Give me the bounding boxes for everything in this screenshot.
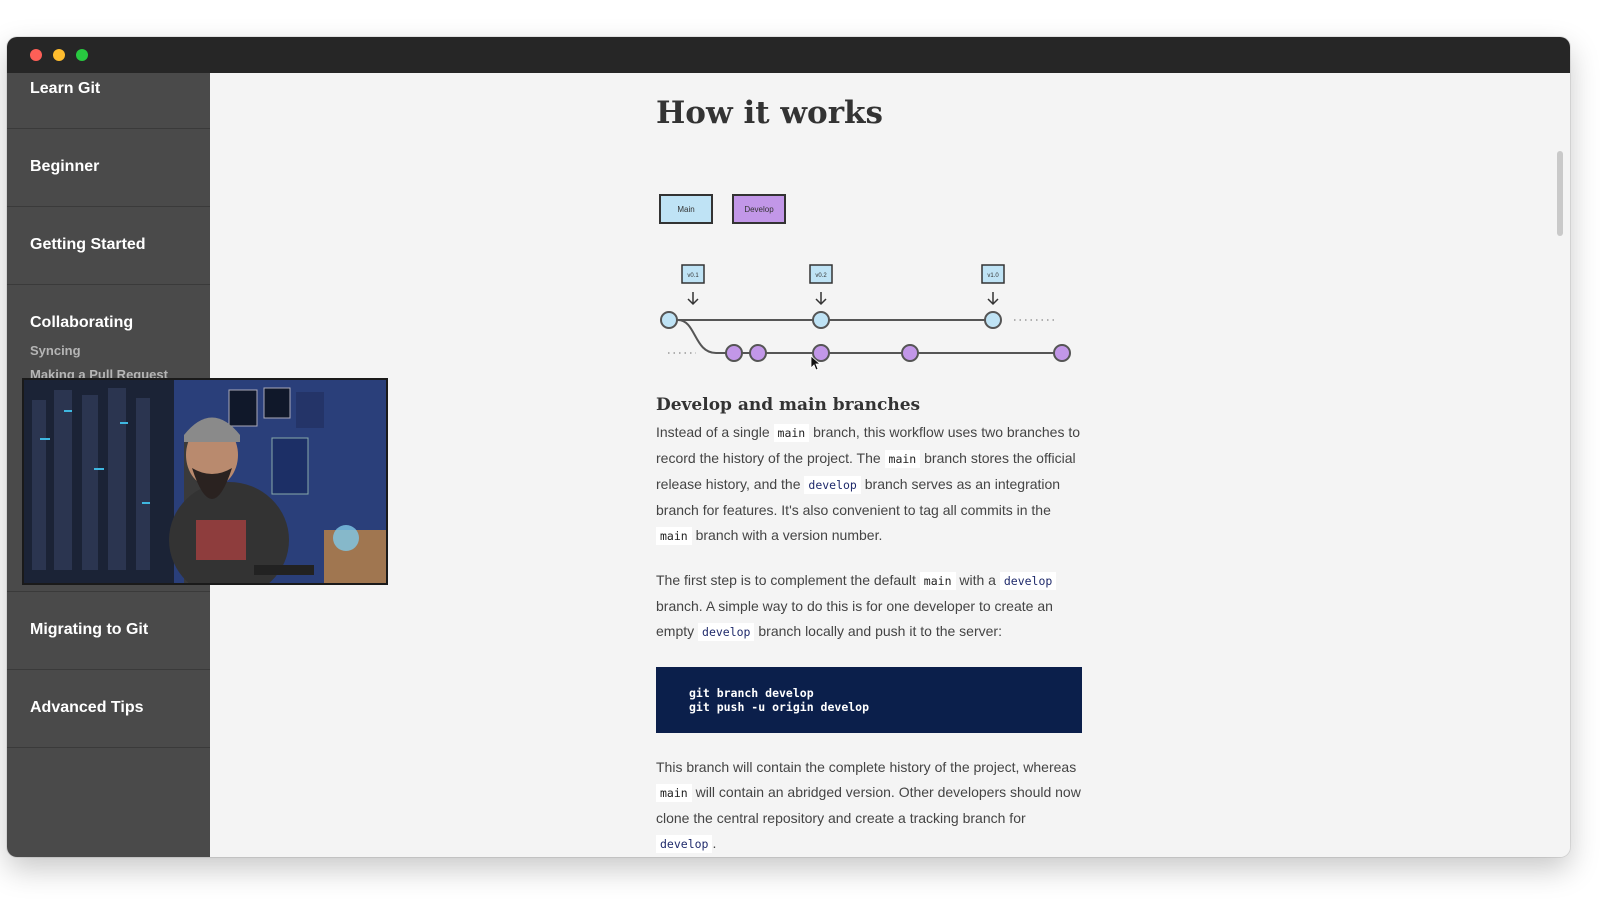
sidebar-item-migrating-to-git[interactable]: Migrating to Git	[7, 592, 210, 670]
main-content: How it works Main Develop v0.1 v0.2 v1.0…	[210, 73, 1570, 857]
sidebar-item-label: Advanced Tips	[30, 699, 144, 716]
branch-diagram: v0.1 v0.2 v1.0	[660, 264, 1071, 371]
inline-code-main: main	[656, 527, 692, 545]
legend-main: Main	[659, 194, 713, 224]
paragraph-text: Instead of a single	[656, 424, 774, 440]
paragraph-intro: Instead of a single main branch, this wo…	[656, 420, 1081, 549]
legend-develop-label: Develop	[744, 204, 774, 214]
develop-commit	[749, 344, 767, 362]
sidebar-item-beginner[interactable]: Beginner	[7, 129, 210, 207]
sidebar-item-learn-git[interactable]: Learn Git	[7, 73, 210, 129]
zoom-window-button[interactable]	[76, 49, 88, 61]
scrollbar-thumb[interactable]	[1557, 151, 1563, 236]
sidebar-item-label: Collaborating	[30, 314, 134, 331]
sidebar-item-label: Beginner	[30, 158, 100, 175]
inline-code-develop: develop	[656, 835, 713, 853]
sidebar-item-getting-started[interactable]: Getting Started	[7, 207, 210, 285]
legend-develop: Develop	[732, 194, 786, 224]
inline-code-main: main	[773, 424, 810, 442]
develop-commit	[725, 344, 743, 362]
tag-v01: v0.1	[681, 264, 705, 306]
paragraph-text: with a	[955, 572, 1000, 588]
tag-v10-label: v1.0	[987, 273, 999, 279]
legend-main-label: Main	[677, 204, 695, 214]
paragraph-first-step: The first step is to complement the defa…	[656, 568, 1081, 645]
main-commit	[660, 311, 678, 329]
paragraph-history: This branch will contain the complete hi…	[656, 755, 1081, 857]
sidebar-item-label: Migrating to Git	[30, 621, 149, 638]
main-commit	[984, 311, 1002, 329]
title-bar	[7, 37, 1570, 73]
sidebar-item-advanced-tips[interactable]: Advanced Tips	[7, 670, 210, 748]
tag-v01-label: v0.1	[687, 273, 699, 279]
inline-code-develop: develop	[999, 572, 1057, 590]
paragraph-text: The first step is to complement the defa…	[656, 572, 920, 588]
paragraph-text: .	[712, 835, 717, 851]
develop-commit	[901, 344, 919, 362]
webcam-video-frame	[24, 380, 386, 583]
develop-commit	[1053, 344, 1071, 362]
webcam-overlay	[22, 378, 388, 585]
close-window-button[interactable]	[30, 49, 42, 61]
tag-v10: v1.0	[981, 264, 1005, 306]
section-title: Develop and main branches	[656, 395, 921, 415]
paragraph-text: will contain an abridged version. Other …	[656, 784, 1081, 826]
sidebar-item-label: Getting Started	[30, 236, 146, 253]
sidebar-subitem-syncing[interactable]: Syncing	[30, 343, 81, 358]
develop-commit	[812, 344, 830, 362]
page-title: How it works	[656, 95, 883, 131]
inline-code-develop: develop	[698, 623, 755, 641]
inline-code-main: main	[919, 572, 956, 590]
code-block[interactable]: git branch develop git push -u origin de…	[656, 667, 1082, 733]
paragraph-text: branch locally and push it to the server…	[754, 623, 1002, 639]
paragraph-text: This branch will contain the complete hi…	[656, 759, 1077, 775]
code-line: git push -u origin develop	[689, 700, 870, 714]
tag-v02-label: v0.2	[815, 273, 827, 279]
inline-code-develop: develop	[804, 476, 861, 494]
inline-code-main: main	[656, 784, 692, 802]
sidebar-item-label: Learn Git	[30, 80, 101, 97]
code-line: git branch develop	[689, 686, 814, 700]
paragraph-text: branch with a version number.	[691, 527, 883, 543]
minimize-window-button[interactable]	[53, 49, 65, 61]
tag-v02: v0.2	[809, 264, 833, 306]
inline-code-main: main	[884, 450, 921, 468]
main-commit	[812, 311, 830, 329]
